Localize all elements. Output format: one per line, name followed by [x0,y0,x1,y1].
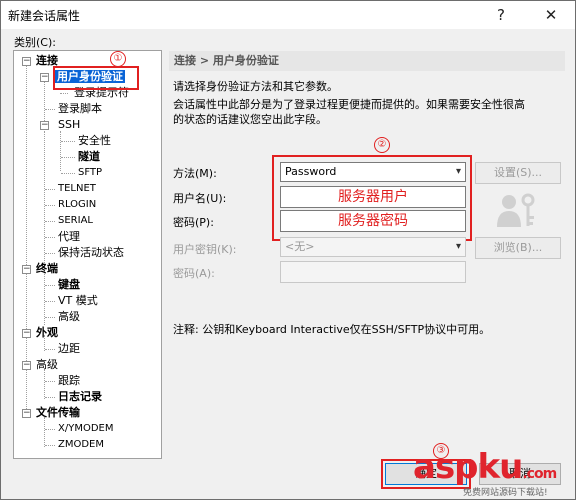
tree-item-appearance[interactable]: 外观 [36,325,58,341]
tree-line [61,141,75,142]
tree-line [45,189,55,190]
tree-item-serial[interactable]: SERIAL [58,213,93,229]
tree-item-advanced[interactable]: 高级 [36,357,58,373]
tree-line [45,349,55,350]
tree-line [45,253,55,254]
tree-item-login-script[interactable]: 登录脚本 [58,101,102,117]
panel-description: 的状态的话建议您空出此字段。 [173,113,327,126]
passphrase-label: 密码(A): [173,267,215,280]
tree-line [45,445,55,446]
category-label: 类别(C): [14,36,56,49]
method-select[interactable]: Password ▾ [280,162,466,182]
tree-item-proxy[interactable]: 代理 [58,229,80,245]
watermark-logo-suffix: .com [522,466,557,482]
tree-item-terminal[interactable]: 终端 [36,261,58,277]
annotation-marker: ① [110,51,126,67]
tree-item-file-transfer[interactable]: 文件传输 [36,405,80,421]
passphrase-field[interactable] [280,261,466,283]
tree-line [60,131,61,171]
title-bar: 新建会话属性 ? ✕ [1,1,575,29]
userkey-select-value: <无> [285,240,315,253]
dialog-window: 新建会话属性 ? ✕ 类别(C): − 连接 − 用户身份验证 登录提示符 登录… [0,0,576,500]
watermark-logo-text: aspku [413,447,523,487]
panel-description: 会话属性中此部分是为了登录过程更便捷而提供的。如果需要安全性很高 [173,98,525,111]
watermark-logo: aspku.com [413,447,557,487]
userkey-label: 用户密钥(K): [173,243,237,256]
collapse-toggle-icon[interactable]: − [22,409,31,418]
tree-item-keepalive[interactable]: 保持活动状态 [58,245,124,261]
tree-line [61,173,75,174]
username-label: 用户名(U): [173,192,227,205]
tree-item-vt-mode[interactable]: VT 模式 [58,293,98,309]
tree-line [45,301,55,302]
collapse-toggle-icon[interactable]: − [40,73,49,82]
tree-line [45,205,55,206]
category-tree[interactable]: − 连接 − 用户身份验证 登录提示符 登录脚本 − SSH 安全性 隧道 SF… [13,50,162,459]
tree-line [45,429,55,430]
collapse-toggle-icon[interactable]: − [40,121,49,130]
tree-line [61,157,75,158]
collapse-toggle-icon[interactable]: − [22,329,31,338]
tree-item-sftp[interactable]: SFTP [78,165,102,181]
method-label: 方法(M): [173,167,217,180]
tree-item-security[interactable]: 安全性 [78,133,111,149]
tree-line [45,221,55,222]
tree-line [45,285,55,286]
password-field[interactable]: 服务器密码 [280,210,466,232]
tree-item-margins[interactable]: 边距 [58,341,80,357]
annotation-marker: ② [374,137,390,153]
tree-line [45,109,55,110]
watermark-subtitle: 免费网站源码下载站! [463,488,548,498]
chevron-down-icon: ▾ [455,166,461,177]
tree-line [60,93,68,94]
userkey-select[interactable]: <无> ▾ [280,237,466,257]
tree-item-telnet[interactable]: TELNET [58,181,96,197]
chevron-down-icon: ▾ [455,241,461,252]
panel-note: 注释: 公钥和Keyboard Interactive仅在SSH/SFTP协议中… [173,323,491,336]
close-button[interactable]: ✕ [529,1,573,29]
highlight-box [53,66,139,90]
tree-item-logging[interactable]: 日志记录 [58,389,102,405]
tree-line [44,369,45,399]
browse-button[interactable]: 浏览(B)... [475,237,561,259]
username-field[interactable]: 服务器用户 [280,186,466,208]
tree-item-trace[interactable]: 跟踪 [58,373,80,389]
collapse-toggle-icon[interactable]: − [22,361,31,370]
tree-item-zmodem[interactable]: ZMODEM [58,437,104,453]
user-key-icon [497,193,535,227]
tree-item-terminal-advanced[interactable]: 高级 [58,309,80,325]
tree-line [44,271,45,317]
method-select-value: Password [285,165,337,178]
tree-item-keyboard[interactable]: 键盘 [58,277,80,293]
help-button[interactable]: ? [479,1,523,29]
password-label: 密码(P): [173,216,214,229]
tree-line [45,397,55,398]
collapse-toggle-icon[interactable]: − [22,57,31,66]
tree-line [45,317,55,318]
tree-item-xymodem[interactable]: X/YMODEM [58,421,113,437]
panel-description: 请选择身份验证方法和其它参数。 [173,80,338,93]
tree-item-tunnel[interactable]: 隧道 [78,149,100,165]
tree-line [45,381,55,382]
tree-line [44,417,45,447]
collapse-toggle-icon[interactable]: − [22,265,31,274]
panel-header: 连接 > 用户身份验证 [169,51,565,71]
settings-button[interactable]: 设置(S)... [475,162,561,184]
window-title: 新建会话属性 [8,9,81,23]
tree-line [45,237,55,238]
tree-item-ssh[interactable]: SSH [58,117,80,133]
tree-item-rlogin[interactable]: RLOGIN [58,197,96,213]
